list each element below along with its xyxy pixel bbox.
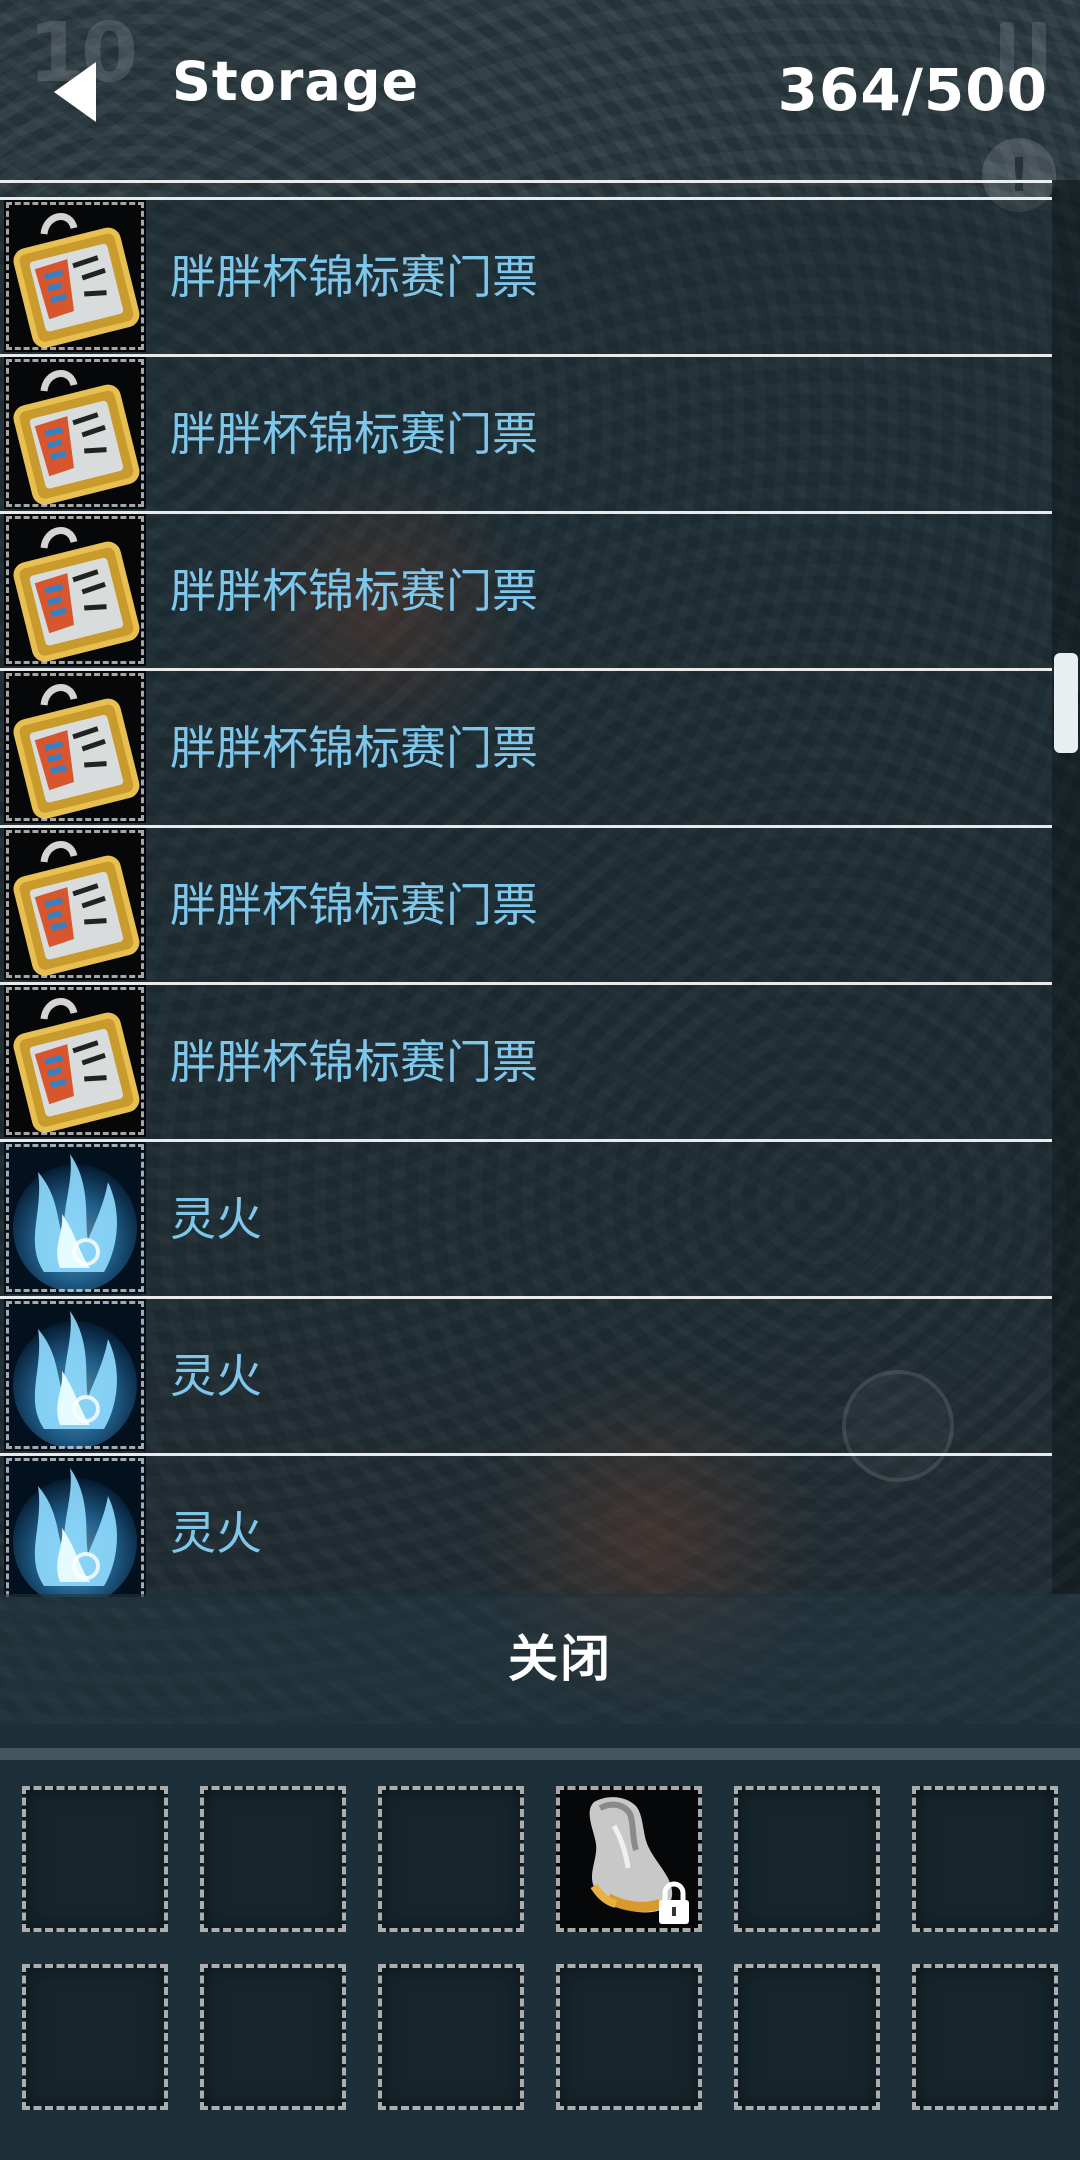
spirit-fire-icon — [4, 1142, 146, 1294]
list-item[interactable]: 胖胖杯锦标赛门票 — [0, 354, 1052, 511]
item-name: 胖胖杯锦标赛门票 — [170, 407, 538, 461]
close-button-label: 关闭 — [508, 1630, 612, 1688]
list-scrollbar[interactable] — [1052, 180, 1080, 1594]
ticket-icon — [4, 671, 146, 823]
list-item[interactable]: 胖胖杯锦标赛门票 — [0, 825, 1052, 982]
spirit-fire-icon — [4, 1299, 146, 1451]
storage-capacity: 364/500 — [777, 56, 1048, 124]
item-name: 胖胖杯锦标赛门票 — [170, 250, 538, 304]
lock-icon — [659, 1881, 689, 1924]
item-name: 胖胖杯锦标赛门票 — [170, 878, 538, 932]
list-item[interactable]: 灵火 — [0, 1453, 1052, 1597]
list-item[interactable]: 胖胖杯锦标赛门票 — [0, 197, 1052, 354]
inventory-slot[interactable] — [378, 1786, 524, 1932]
item-name: 胖胖杯锦标赛门票 — [170, 721, 538, 775]
storage-header: Storage 364/500 — [0, 0, 1080, 180]
back-arrow-icon — [54, 62, 96, 122]
item-name: 胖胖杯锦标赛门票 — [170, 564, 538, 618]
inventory-slot-boots[interactable] — [556, 1786, 702, 1932]
list-item[interactable]: 胖胖杯锦标赛门票 — [0, 511, 1052, 668]
spirit-fire-icon — [4, 1456, 146, 1597]
ticket-icon — [4, 828, 146, 980]
inventory-slot[interactable] — [22, 1786, 168, 1932]
scrollbar-thumb[interactable] — [1054, 653, 1078, 753]
inventory-slot[interactable] — [22, 1964, 168, 2110]
inventory-slot[interactable] — [200, 1964, 346, 2110]
inventory-slot[interactable] — [734, 1786, 880, 1932]
item-name: 灵火 — [170, 1349, 262, 1403]
storage-list-items: 胖胖杯锦标赛门票 胖胖杯锦标赛门票 胖胖杯锦标赛门票 胖胖杯锦标赛门票 胖胖杯锦… — [0, 197, 1052, 1597]
list-item[interactable]: 灵火 — [0, 1139, 1052, 1296]
inventory-slot[interactable] — [556, 1964, 702, 2110]
back-button[interactable] — [40, 52, 120, 132]
ticket-icon — [4, 985, 146, 1137]
list-item[interactable]: 胖胖杯锦标赛门票 — [0, 668, 1052, 825]
storage-list[interactable]: 胖胖杯锦标赛门票 胖胖杯锦标赛门票 胖胖杯锦标赛门票 胖胖杯锦标赛门票 胖胖杯锦… — [0, 180, 1052, 1597]
item-name: 灵火 — [170, 1506, 262, 1560]
ticket-icon — [4, 200, 146, 352]
item-name: 灵火 — [170, 1192, 262, 1246]
inventory-slot[interactable] — [912, 1786, 1058, 1932]
page-title: Storage — [172, 50, 420, 113]
inventory-slot[interactable] — [734, 1964, 880, 2110]
ticket-icon — [4, 514, 146, 666]
inventory-slot[interactable] — [378, 1964, 524, 2110]
inventory-slot[interactable] — [200, 1786, 346, 1932]
inventory-slot[interactable] — [912, 1964, 1058, 2110]
list-item[interactable]: 灵火 — [0, 1296, 1052, 1453]
item-name: 胖胖杯锦标赛门票 — [170, 1035, 538, 1089]
list-item[interactable]: 胖胖杯锦标赛门票 — [0, 982, 1052, 1139]
inventory-grid — [0, 1724, 1080, 2160]
ticket-icon — [4, 357, 146, 509]
close-button[interactable]: 关闭 — [0, 1594, 1080, 1724]
